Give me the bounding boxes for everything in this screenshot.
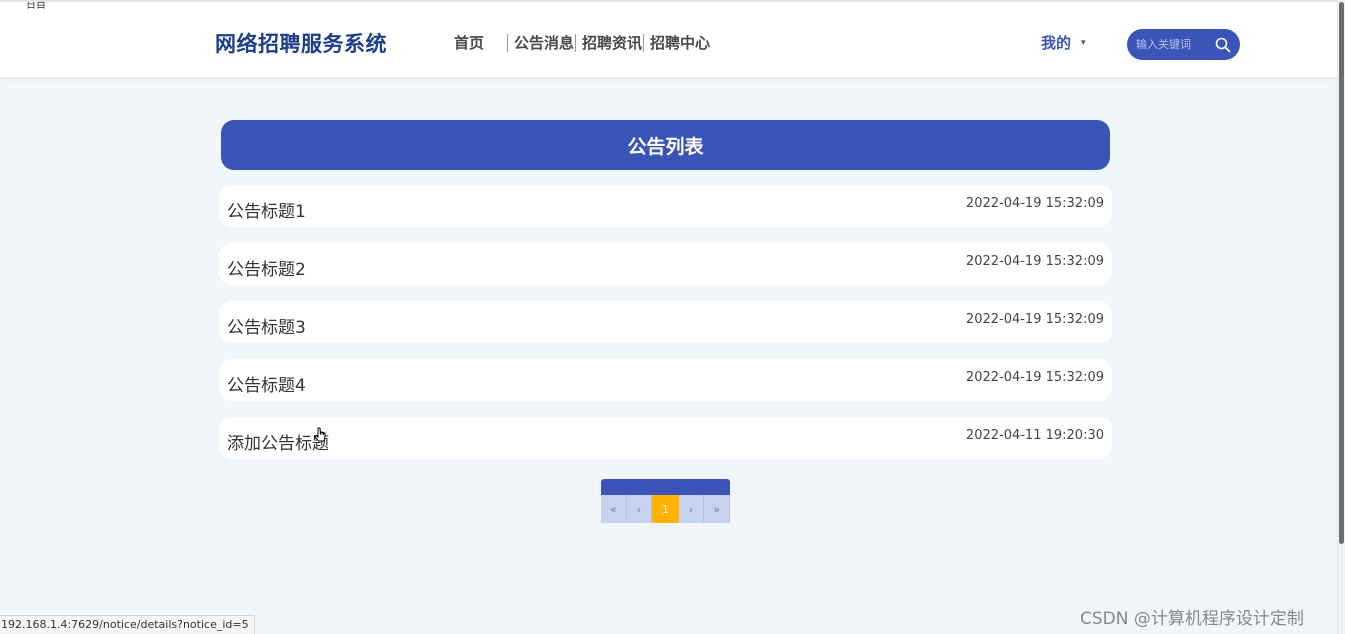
notice-time: 2022-04-19 15:32:09 (965, 196, 1104, 211)
nav-recruit-center[interactable]: 招聘中心 (650, 32, 710, 53)
notice-item[interactable]: 公告标题1 2022-04-19 15:32:09 (219, 185, 1112, 227)
next-page-button[interactable]: › (678, 495, 705, 523)
my-account-label: 我的 (1041, 34, 1072, 52)
notice-list-header: 公告列表 (221, 120, 1110, 170)
nav-divider (643, 33, 645, 52)
nav-home[interactable]: 首页 (454, 32, 484, 53)
status-bar-url: 192.168.1.4:7629/notice/details?notice_i… (0, 615, 255, 634)
watermark: CSDN @计算机程序设计定制 (1080, 609, 1304, 629)
my-account-dropdown[interactable]: 我的 ▾ (1041, 32, 1086, 53)
notice-item[interactable]: 公告标题2 2022-04-19 15:32:09 (219, 243, 1112, 285)
notice-item[interactable]: 公告标题3 2022-04-19 15:32:09 (219, 301, 1112, 343)
notice-list: 公告标题1 2022-04-19 15:32:09 公告标题2 2022-04-… (219, 185, 1112, 475)
search-box (1127, 29, 1240, 60)
search-icon[interactable] (1214, 36, 1232, 54)
notice-item[interactable]: 公告标题4 2022-04-19 15:32:09 (219, 359, 1112, 401)
current-page-button[interactable]: 1 (652, 495, 679, 523)
nav-notices[interactable]: 公告消息 (514, 32, 574, 53)
notice-title: 公告标题2 (227, 260, 306, 280)
notice-time: 2022-04-19 15:32:09 (965, 312, 1104, 327)
notice-item[interactable]: 添加公告标题 2022-04-11 19:20:30 (219, 417, 1112, 459)
nav-recruit-news[interactable]: 招聘资讯 (582, 32, 642, 53)
notice-time: 2022-04-11 19:20:30 (965, 428, 1104, 443)
app-corner-icon: 日目 (26, 2, 46, 10)
notice-time: 2022-04-19 15:32:09 (965, 370, 1104, 385)
notice-title: 公告标题1 (227, 202, 306, 222)
pagination-buttons: « ‹ 1 › » (601, 495, 730, 523)
nav-divider (575, 33, 577, 52)
search-input[interactable] (1136, 33, 1210, 56)
nav-divider (507, 33, 509, 52)
scrollbar-thumb[interactable] (1339, 2, 1344, 544)
notice-title: 公告标题4 (227, 376, 306, 396)
pagination: « ‹ 1 › » (601, 479, 730, 523)
first-page-button[interactable]: « (601, 495, 627, 523)
main-nav: 首页 公告消息 招聘资讯 招聘中心 (454, 32, 710, 53)
site-logo[interactable]: 网络招聘服务系统 (215, 28, 387, 58)
top-navbar: 日目 网络招聘服务系统 首页 公告消息 招聘资讯 招聘中心 我的 ▾ (0, 0, 1337, 77)
page-scrollbar[interactable] (1337, 0, 1345, 634)
notice-title: 公告标题3 (227, 318, 306, 338)
notice-time: 2022-04-19 15:32:09 (965, 254, 1104, 269)
hand-pointer-icon (314, 427, 326, 442)
prev-page-button[interactable]: ‹ (626, 495, 653, 523)
chevron-down-icon: ▾ (1081, 37, 1086, 48)
last-page-button[interactable]: » (704, 495, 730, 523)
